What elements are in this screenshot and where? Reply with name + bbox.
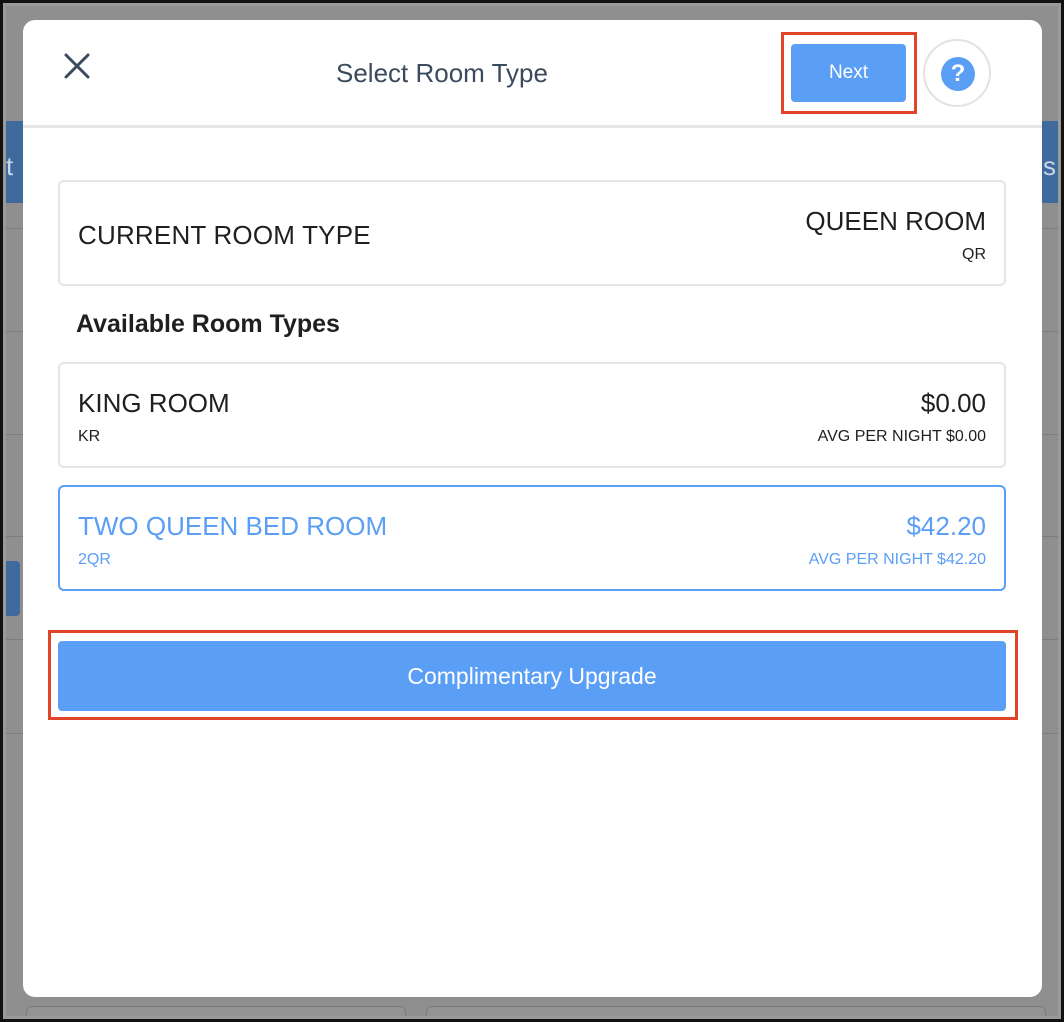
help-button[interactable]: ? bbox=[923, 39, 991, 107]
room-name: TWO QUEEN BED ROOM bbox=[78, 511, 388, 541]
current-room-card: CURRENT ROOM TYPE QUEEN ROOM QR bbox=[58, 180, 1006, 286]
room-code: KR bbox=[78, 428, 101, 445]
room-avg-per-night: AVG PER NIGHT $0.00 bbox=[817, 428, 986, 445]
room-name: KING ROOM bbox=[78, 388, 230, 418]
current-room-code: QR bbox=[962, 246, 986, 263]
room-avg-per-night: AVG PER NIGHT $42.20 bbox=[808, 551, 986, 568]
complimentary-upgrade-button[interactable]: Complimentary Upgrade bbox=[58, 641, 1006, 711]
current-room-name: QUEEN ROOM bbox=[805, 206, 986, 236]
next-button[interactable]: Next bbox=[791, 44, 906, 102]
modal-header: Select Room Type Next ? bbox=[23, 20, 1042, 128]
background-bar-text-right: s bbox=[1043, 151, 1056, 181]
modal-title: Select Room Type bbox=[336, 58, 548, 88]
room-option-king[interactable]: KING ROOM KR $0.00 AVG PER NIGHT $0.00 bbox=[58, 362, 1006, 468]
available-room-types-heading: Available Room Types bbox=[76, 310, 340, 338]
current-room-label: CURRENT ROOM TYPE bbox=[78, 220, 371, 250]
room-code: 2QR bbox=[78, 551, 111, 568]
room-price: $0.00 bbox=[920, 388, 986, 418]
room-option-two-queen[interactable]: TWO QUEEN BED ROOM 2QR $42.20 AVG PER NI… bbox=[58, 485, 1006, 591]
room-price: $42.20 bbox=[906, 511, 986, 541]
background-bar-text-left: t bbox=[6, 151, 14, 181]
help-icon: ? bbox=[941, 57, 975, 91]
select-room-type-modal: Select Room Type Next ? CURRENT ROOM TYP… bbox=[23, 20, 1042, 997]
background-side-tab bbox=[6, 561, 20, 616]
background-card bbox=[26, 1006, 406, 1016]
background-card bbox=[426, 1006, 1046, 1016]
close-button[interactable] bbox=[61, 50, 93, 82]
close-icon bbox=[64, 53, 90, 79]
